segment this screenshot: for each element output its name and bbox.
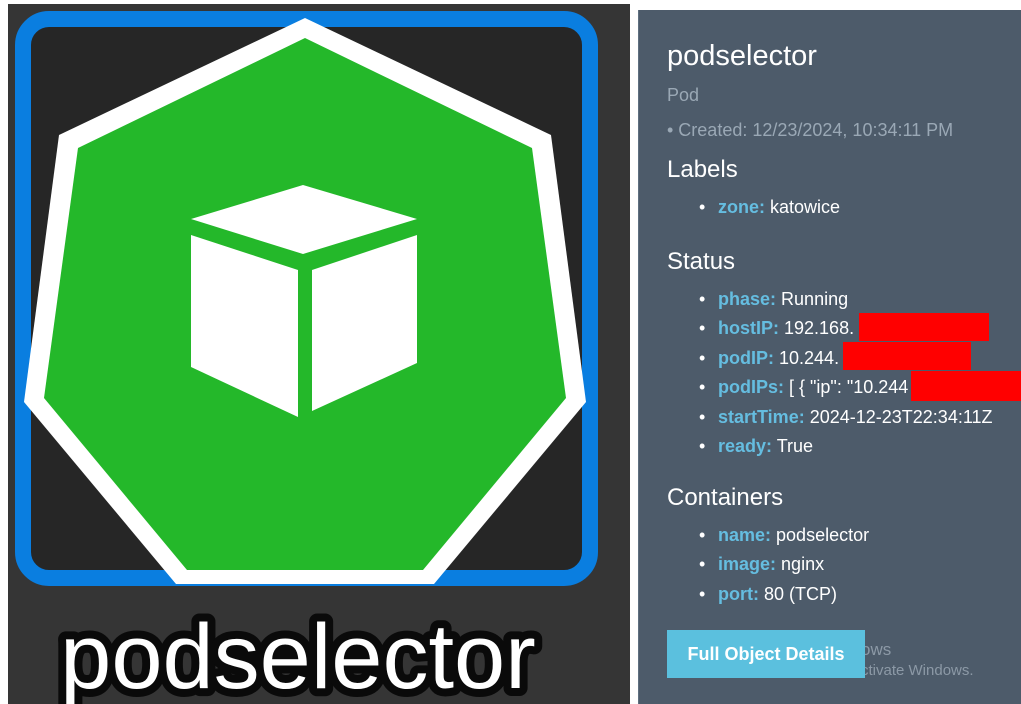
- redaction-podips: [911, 371, 1021, 401]
- redaction-hostip: [859, 313, 989, 341]
- status-key: phase:: [718, 289, 777, 309]
- status-value: True: [776, 435, 814, 456]
- icon-label: podselector: [60, 606, 536, 704]
- container-value: nginx: [781, 554, 825, 575]
- details-panel: podselector Pod • Created: 12/23/2024, 1…: [638, 10, 1021, 704]
- pod-kind: Pod: [667, 85, 700, 105]
- divider: [630, 0, 638, 704]
- status-value: 10.244.: [779, 347, 840, 368]
- status-key: podIP:: [718, 347, 774, 368]
- label-key: zone:: [718, 197, 765, 217]
- containers-list: • name: podselector • image: nginx • port: …: [639, 521, 869, 609]
- list-item: • name: podselector: [699, 525, 870, 545]
- labels-list: • zone: katowice: [639, 193, 840, 222]
- status-value: Running: [781, 289, 849, 309]
- full-object-details-button[interactable]: Full Object Details: [667, 630, 865, 678]
- activate-windows-watermark: ows: [861, 640, 892, 659]
- list-item: • phase: Running: [699, 289, 849, 309]
- label-value: katowice: [770, 197, 841, 217]
- status-value: 192.168.: [784, 318, 855, 339]
- status-key: podIPs:: [718, 377, 784, 398]
- created-timestamp: • Created: 12/23/2024, 10:34:11 PM: [667, 120, 954, 140]
- container-value: 80 (TCP): [764, 583, 838, 604]
- container-value: podselector: [776, 525, 870, 545]
- status-value: [ { "ip": "10.244: [789, 377, 909, 398]
- container-key: image:: [718, 554, 777, 575]
- list-item: • zone: katowice: [699, 197, 841, 217]
- status-value: 2024-12-23T22:34:11Z: [809, 406, 993, 427]
- redaction-podip: [843, 342, 971, 370]
- status-key: hostIP:: [718, 318, 779, 339]
- containers-heading: Containers: [667, 484, 784, 511]
- list-item: • ready: True: [699, 435, 814, 456]
- pod-icon-panel: podselector: [8, 4, 630, 704]
- list-item: • startTime: 2024-12-23T22:34:11Z: [699, 406, 993, 427]
- labels-heading: Labels: [667, 156, 738, 183]
- list-item: • image: nginx: [699, 554, 825, 575]
- pod-title: podselector: [667, 40, 817, 72]
- status-key: ready:: [718, 435, 773, 456]
- app-root: podselector podselector Pod • Created: 1…: [0, 0, 1021, 704]
- status-heading: Status: [667, 248, 736, 275]
- activate-windows-watermark-subtext: ctivate Windows.: [861, 662, 974, 679]
- list-item: • port: 80 (TCP): [699, 583, 838, 604]
- status-key: startTime:: [718, 406, 805, 427]
- kubernetes-pod-icon: podselector: [15, 11, 598, 704]
- container-key: name:: [718, 525, 772, 545]
- container-key: port:: [718, 583, 759, 604]
